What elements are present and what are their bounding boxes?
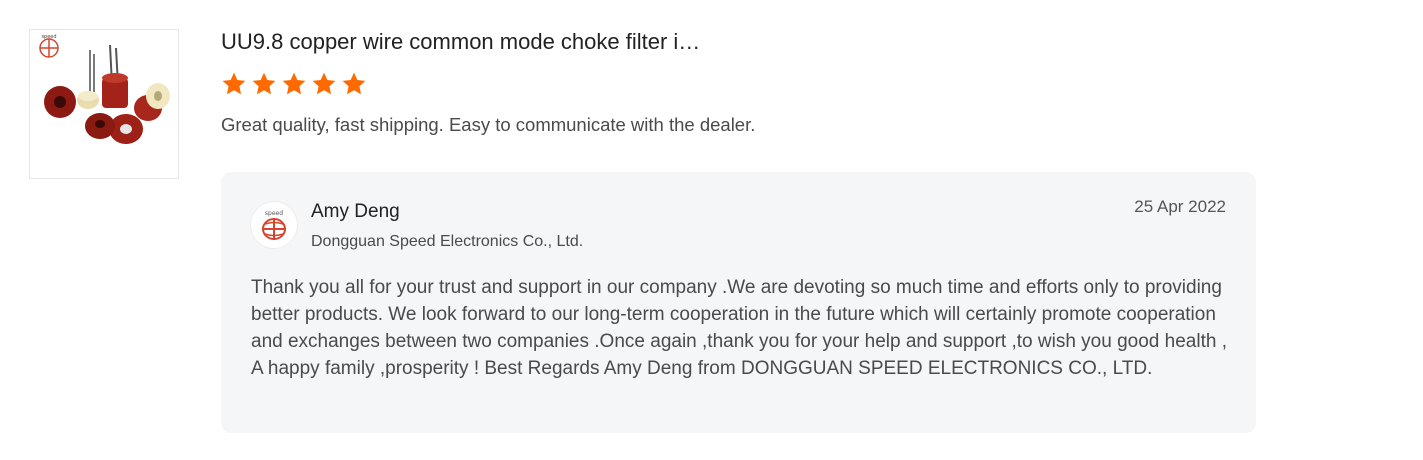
avatar: speed: [250, 201, 298, 249]
star-icon: [342, 72, 366, 95]
product-title[interactable]: UU9.8 copper wire common mode choke filt…: [221, 27, 1261, 57]
inductor-product-photo: speed: [39, 34, 170, 144]
replier-company: Dongguan Speed Electronics Co., Ltd.: [311, 233, 584, 250]
seller-reply: speed Amy Deng Dongguan Speed Electronic…: [221, 172, 1256, 433]
product-thumbnail[interactable]: speed: [29, 29, 179, 179]
company-logo-icon: speed: [262, 210, 286, 240]
review-card: speed UU9.8 copper wire common mode chok…: [0, 0, 1423, 460]
star-icon: [222, 72, 246, 95]
review-text: Great quality, fast shipping. Easy to co…: [221, 114, 756, 135]
star-icon: [252, 72, 276, 95]
star-icon: [312, 72, 336, 95]
replier-name: Amy Deng: [311, 201, 400, 222]
star-icon: [282, 72, 306, 95]
reply-text: Thank you all for your trust and support…: [251, 277, 1227, 379]
svg-text:speed: speed: [41, 34, 56, 40]
reply-date: 25 Apr 2022: [1134, 197, 1226, 216]
review-content: UU9.8 copper wire common mode choke filt…: [221, 27, 1261, 138]
svg-text:speed: speed: [265, 210, 283, 217]
star-rating: [221, 70, 1261, 98]
